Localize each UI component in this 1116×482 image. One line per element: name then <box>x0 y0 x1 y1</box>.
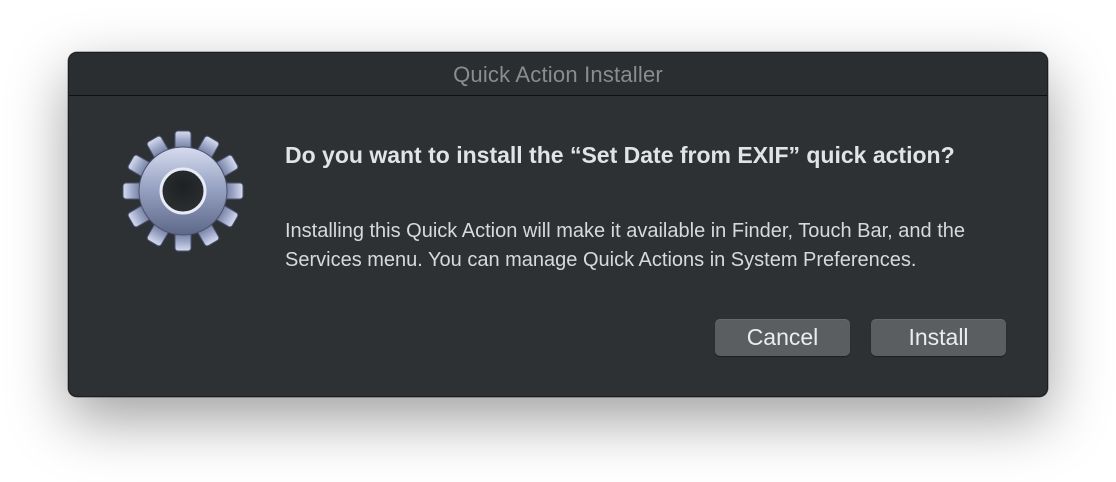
gear-icon <box>121 129 245 253</box>
title-bar[interactable]: Quick Action Installer <box>69 53 1047 96</box>
dialog-message: Installing this Quick Action will make i… <box>285 220 965 271</box>
dialog-heading: Do you want to install the “Set Date fro… <box>285 142 955 168</box>
cancel-button[interactable]: Cancel <box>715 319 850 356</box>
dialog-window: Quick Action Installer Do you want to in… <box>68 52 1048 397</box>
window-title: Quick Action Installer <box>453 62 663 87</box>
install-button[interactable]: Install <box>871 319 1006 356</box>
